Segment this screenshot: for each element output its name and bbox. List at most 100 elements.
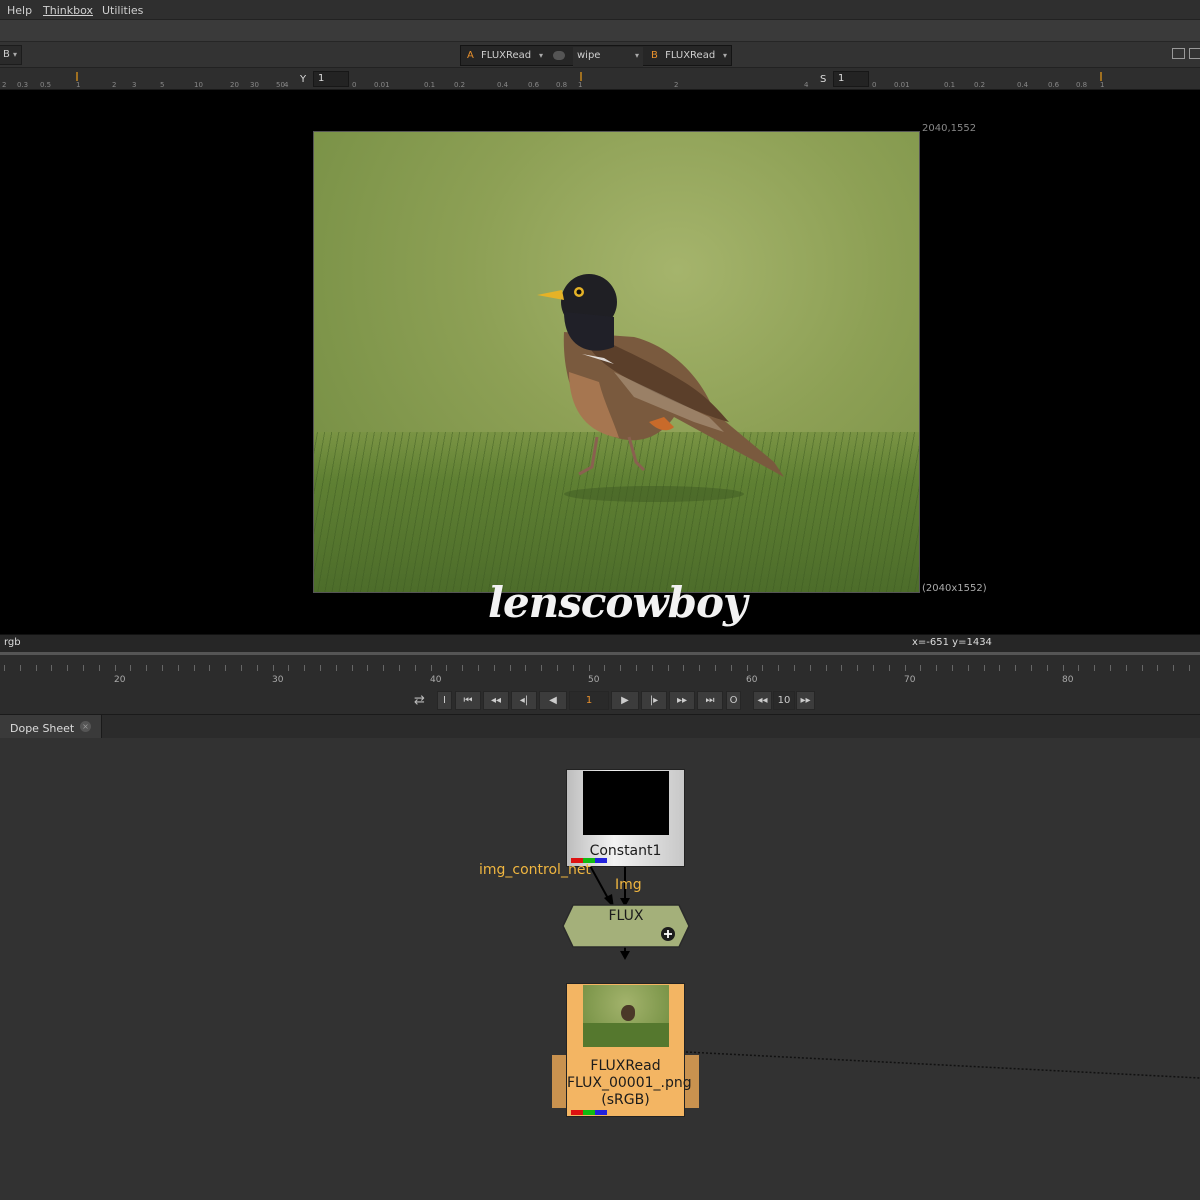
fullscreen-icon[interactable] <box>1189 48 1200 59</box>
timeline-tick <box>478 665 479 671</box>
ruler-tick-label: 0.1 <box>944 81 956 89</box>
timeline-tick <box>636 665 637 671</box>
timeline-tick <box>115 665 116 671</box>
input-b-dropdown[interactable]: B FLUXRead ▾ <box>647 47 731 67</box>
ruler-tick-label: 0.2 <box>974 81 986 89</box>
next-keyframe-icon[interactable]: ▸▸ <box>669 691 695 710</box>
node-thumbnail <box>583 771 669 835</box>
ruler-tick-label: 0.5 <box>40 81 52 89</box>
ruler-tick-label: 10 <box>194 81 203 89</box>
tab-dope-sheet[interactable]: Dope Sheet × <box>0 715 102 739</box>
timeline-tick <box>1078 665 1079 671</box>
ruler-tick-label: 3 <box>132 81 137 89</box>
timeline-tick <box>857 665 858 671</box>
ruler-tick-label: 2 <box>2 81 7 89</box>
timeline-tick <box>1047 665 1048 671</box>
chevron-down-icon: ▾ <box>538 51 543 60</box>
thumbnail-grass <box>583 1023 669 1047</box>
step-forward-icon[interactable]: |▸ <box>641 691 667 710</box>
fit-view-icon[interactable] <box>1172 48 1185 59</box>
viewer-toolbar: B ▾ A FLUXRead ▾ wipe ▾ B FLUXRead ▾ <box>0 42 1200 68</box>
viewer-image <box>313 131 920 593</box>
skip-back-icon[interactable]: ◂◂ <box>753 691 772 710</box>
in-point-button[interactable]: I <box>437 691 452 710</box>
ruler-tick-label: 4 <box>804 81 809 89</box>
chevron-down-icon: ▾ <box>634 51 639 60</box>
menu-utilities[interactable]: Utilities <box>102 4 143 17</box>
previous-keyframe-icon[interactable]: ◂◂ <box>483 691 509 710</box>
skip-forward-icon[interactable]: ▸▸ <box>796 691 815 710</box>
ruler-tick-label: 1 <box>1100 81 1105 89</box>
ruler-tick-label: 0.4 <box>497 81 509 89</box>
timeline-tick <box>352 665 353 671</box>
input-a-dropdown[interactable]: A FLUXRead ▾ <box>463 47 547 67</box>
input-a-value: FLUXRead <box>481 50 532 61</box>
gamma-slider-handle[interactable] <box>580 72 582 81</box>
ruler-tick-label: 0.01 <box>374 81 390 89</box>
timeline-tick <box>446 665 447 671</box>
channel-dropdown[interactable]: B ▾ <box>0 45 22 65</box>
timeline-tick <box>1031 665 1032 671</box>
timeline-tick <box>589 665 590 671</box>
gain-slider-handle[interactable] <box>76 72 78 81</box>
timeline-tick <box>36 665 37 671</box>
timeline-tick <box>1063 665 1064 671</box>
menu-thinkbox[interactable]: Thinkbox <box>43 4 93 17</box>
ruler-tick-label: 5 <box>160 81 165 89</box>
format-corner-label: 2040,1552 <box>922 123 977 134</box>
timeline-tick <box>936 665 937 671</box>
timeline-tick <box>794 665 795 671</box>
timeline-tick <box>130 665 131 671</box>
ruler-tick-label: 1 <box>76 81 81 89</box>
wipe-toggle-icon[interactable] <box>553 51 565 60</box>
gamma-field[interactable]: 1 <box>313 71 349 87</box>
timeline-tick <box>604 665 605 671</box>
first-frame-icon[interactable]: ⏮ <box>455 691 481 710</box>
menu-bar: Help Thinkbox Utilities <box>0 0 1200 20</box>
timeline-tick <box>731 665 732 671</box>
node-label: FLUX <box>608 908 644 924</box>
play-backward-icon[interactable]: ◀ <box>539 691 567 710</box>
timeline-tick <box>225 665 226 671</box>
input-b-tag: B <box>651 50 658 61</box>
ruler-tick-label: 0 <box>352 81 357 89</box>
last-frame-icon[interactable]: ⏭ <box>697 691 723 710</box>
step-back-icon[interactable]: ◂| <box>511 691 537 710</box>
input-label-control-net: img_control_net <box>479 862 591 878</box>
timeline-tick <box>67 665 68 671</box>
loop-mode-icon[interactable]: ⇄ <box>414 693 425 708</box>
timeline-tick <box>999 665 1000 671</box>
ruler-tick-label: 0.4 <box>1017 81 1029 89</box>
out-point-button[interactable]: O <box>726 691 741 710</box>
node-fluxread[interactable]: FLUXRead FLUX_00001_.png (sRGB) <box>566 983 692 1117</box>
input-compare-group: A FLUXRead ▾ wipe ▾ B FLUXRead ▾ <box>460 45 732 67</box>
timeline-tick <box>1094 665 1095 671</box>
timeline-tick <box>1015 665 1016 671</box>
ruler-tick-label: 0.6 <box>1048 81 1060 89</box>
timeline-tick <box>889 665 890 671</box>
thumbnail-bird <box>621 1005 635 1021</box>
timeline-tick <box>826 665 827 671</box>
timeline-tick <box>1189 665 1190 671</box>
saturation-field[interactable]: 1 <box>833 71 869 87</box>
node-file-label: FLUX_00001_.png <box>567 1075 692 1091</box>
chevron-down-icon: ▾ <box>12 50 17 59</box>
wipe-dropdown[interactable]: wipe ▾ <box>573 47 643 67</box>
add-icon[interactable] <box>660 926 676 942</box>
node-graph[interactable]: Constant1 img_control_net Img FLUX FLUXR… <box>0 738 1200 1200</box>
saturation-slider-handle[interactable] <box>1100 72 1102 81</box>
frame-step-field[interactable]: 10 <box>773 691 795 710</box>
current-frame-field[interactable]: 1 <box>569 691 609 710</box>
input-a-tag: A <box>467 50 474 61</box>
close-icon[interactable]: × <box>80 721 91 732</box>
play-forward-icon[interactable]: ▶ <box>611 691 639 710</box>
timeline-tick <box>573 665 574 671</box>
timeline-tick <box>257 665 258 671</box>
node-constant1[interactable]: Constant1 <box>566 769 685 867</box>
timeline-tick <box>510 665 511 671</box>
timeline-tick <box>699 665 700 671</box>
watermark-logo: lenscowboy <box>488 578 747 627</box>
connection-control-net <box>587 861 611 903</box>
input-label-img: Img <box>615 877 642 893</box>
menu-help[interactable]: Help <box>7 4 32 17</box>
